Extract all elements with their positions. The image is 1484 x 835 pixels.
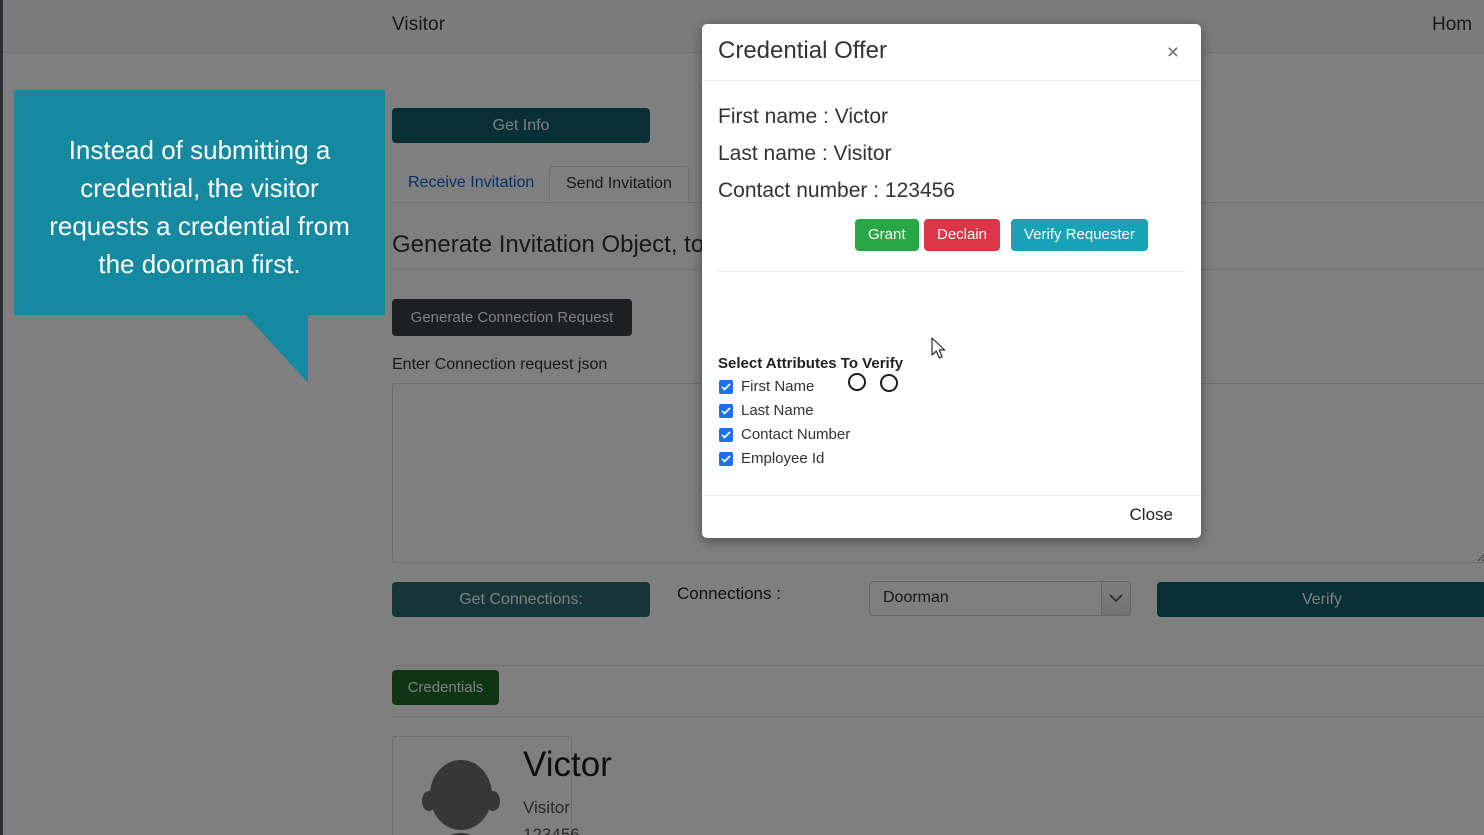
modal-divider: [718, 271, 1185, 272]
credential-role: Visitor: [523, 798, 570, 817]
attribute-label: Employee Id: [741, 450, 825, 467]
loading-circle-icon: [880, 374, 898, 392]
loading-circle-icon: [848, 373, 866, 391]
offer-action-row: Grant Declain Verify Requester: [702, 219, 1201, 251]
tab-receive-invitation[interactable]: Receive Invitation: [392, 166, 550, 202]
get-connections-button[interactable]: Get Connections:: [392, 582, 650, 617]
declain-button[interactable]: Declain: [924, 219, 1001, 251]
offer-first-name: First name : Victor: [718, 105, 888, 128]
checkbox-checked-icon[interactable]: [719, 428, 733, 442]
close-button[interactable]: Close: [1124, 504, 1179, 526]
avatar: [422, 760, 500, 835]
modal-footer: Close: [702, 495, 1201, 563]
tab-send-invitation[interactable]: Send Invitation: [549, 166, 689, 202]
annotation-callout-text: Instead of submitting a credential, the …: [49, 135, 350, 279]
attribute-label: Contact Number: [741, 426, 851, 443]
modal-title: Credential Offer: [718, 37, 887, 64]
close-icon[interactable]: ×: [1161, 41, 1185, 64]
app-screenshot: Visitor Hom Get Info Receive Invitation …: [0, 0, 1484, 835]
select-attributes-title: Select Attributes To Verify: [718, 355, 904, 372]
get-info-button[interactable]: Get Info: [392, 108, 650, 143]
divider-credentials-bottom: [392, 716, 1484, 717]
offer-last-name: Last name : Visitor: [718, 142, 892, 165]
generate-connection-request-button[interactable]: Generate Connection Request: [392, 299, 632, 336]
checkbox-checked-icon[interactable]: [719, 404, 733, 418]
page-title: Generate Invitation Object, to: [392, 231, 705, 258]
credentials-button[interactable]: Credentials: [392, 670, 499, 705]
grant-button[interactable]: Grant: [855, 219, 919, 251]
chevron-down-icon[interactable]: [1101, 582, 1130, 615]
annotation-callout: Instead of submitting a credential, the …: [14, 90, 385, 315]
credential-offer-modal: Credential Offer × First name : Victor L…: [702, 24, 1201, 538]
connections-select-value: Doorman: [883, 589, 949, 606]
credential-name: Victor: [523, 745, 612, 784]
verify-requester-button[interactable]: Verify Requester: [1011, 219, 1148, 251]
checkbox-checked-icon[interactable]: [719, 380, 733, 394]
credential-phone: 123456: [523, 825, 580, 835]
offer-contact-number: Contact number : 123456: [718, 179, 955, 202]
modal-header: Credential Offer ×: [702, 24, 1201, 81]
divider-credentials-top: [392, 665, 1484, 666]
navbar-home-link[interactable]: Hom: [1432, 14, 1472, 36]
verify-button[interactable]: Verify: [1157, 582, 1484, 617]
connections-select[interactable]: Doorman: [869, 581, 1131, 616]
checkbox-checked-icon[interactable]: [719, 452, 733, 466]
navbar-brand[interactable]: Visitor: [392, 14, 445, 36]
attribute-label: Last Name: [741, 402, 814, 419]
attribute-label: First Name: [741, 378, 815, 395]
annotation-callout-tail: [246, 315, 308, 383]
connections-label: Connections :: [677, 584, 781, 603]
connection-json-label: Enter Connection request json: [392, 356, 608, 373]
